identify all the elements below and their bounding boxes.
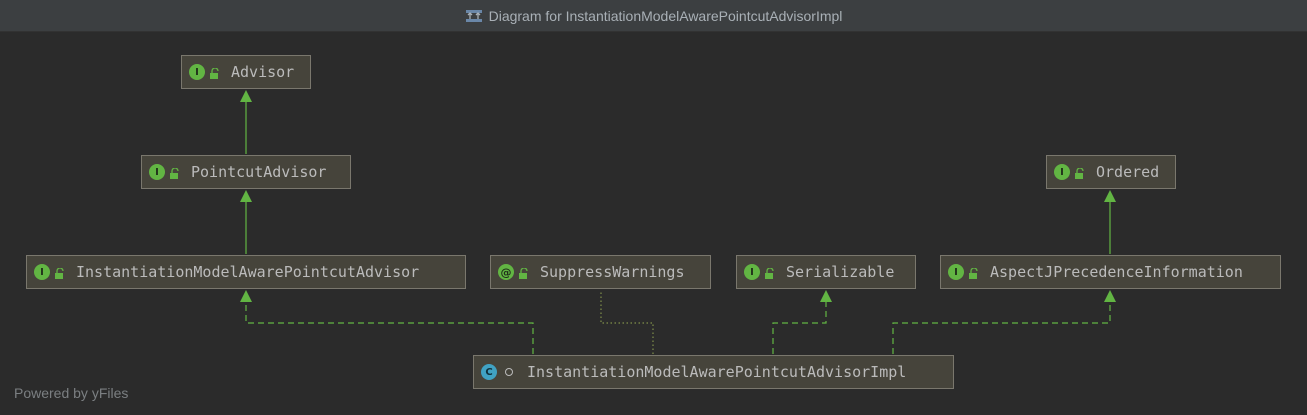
node-label: Advisor [231,63,295,81]
node-advisor[interactable]: I Advisor [181,55,311,89]
lock-icon [1074,166,1086,179]
diagram-icon [465,9,483,23]
lock-icon [968,266,980,279]
node-instantiation-model-aware-pointcut-advisor-impl[interactable]: C InstantiationModelAwarePointcutAdvisor… [473,355,954,389]
lock-icon [209,66,221,79]
class-icon: C [481,364,497,380]
node-label: InstantiationModelAwarePointcutAdvisorIm… [527,363,907,381]
node-aspectj-precedence-information[interactable]: I AspectJPrecedenceInformation [940,255,1281,289]
package-private-icon [505,368,513,376]
lock-icon [169,166,181,179]
node-label: InstantiationModelAwarePointcutAdvisor [76,263,420,281]
interface-icon: I [744,264,760,280]
interface-icon: I [1054,164,1070,180]
node-suppress-warnings[interactable]: @ SuppressWarnings [490,255,711,289]
window-title: Diagram for InstantiationModelAwarePoint… [488,7,843,24]
powered-by-label: Powered by yFiles [14,385,129,401]
window-titlebar: Diagram for InstantiationModelAwarePoint… [0,0,1307,32]
node-label: SuppressWarnings [540,263,685,281]
node-label: Ordered [1096,163,1160,181]
node-label: AspectJPrecedenceInformation [990,263,1243,281]
node-ordered[interactable]: I Ordered [1046,155,1176,189]
edge-impl-suppresswarnings [600,291,654,354]
interface-icon: I [34,264,50,280]
lock-icon [764,266,776,279]
interface-icon: I [948,264,964,280]
edge-impl-aspectj [892,290,1116,354]
node-pointcut-advisor[interactable]: I PointcutAdvisor [141,155,351,189]
interface-icon: I [189,64,205,80]
node-label: Serializable [786,263,895,281]
annotation-icon: @ [498,264,514,280]
interface-icon: I [149,164,165,180]
node-label: PointcutAdvisor [191,163,327,181]
diagram-canvas[interactable]: I Advisor I PointcutAdvisor I Ordered I … [0,32,1307,415]
edge-impl-serializable [772,290,832,354]
node-instantiation-model-aware-pointcut-advisor[interactable]: I InstantiationModelAwarePointcutAdvisor [26,255,466,289]
lock-icon [518,266,530,279]
node-serializable[interactable]: I Serializable [736,255,916,289]
edge-impl-imapa [240,290,534,354]
lock-icon [54,266,66,279]
